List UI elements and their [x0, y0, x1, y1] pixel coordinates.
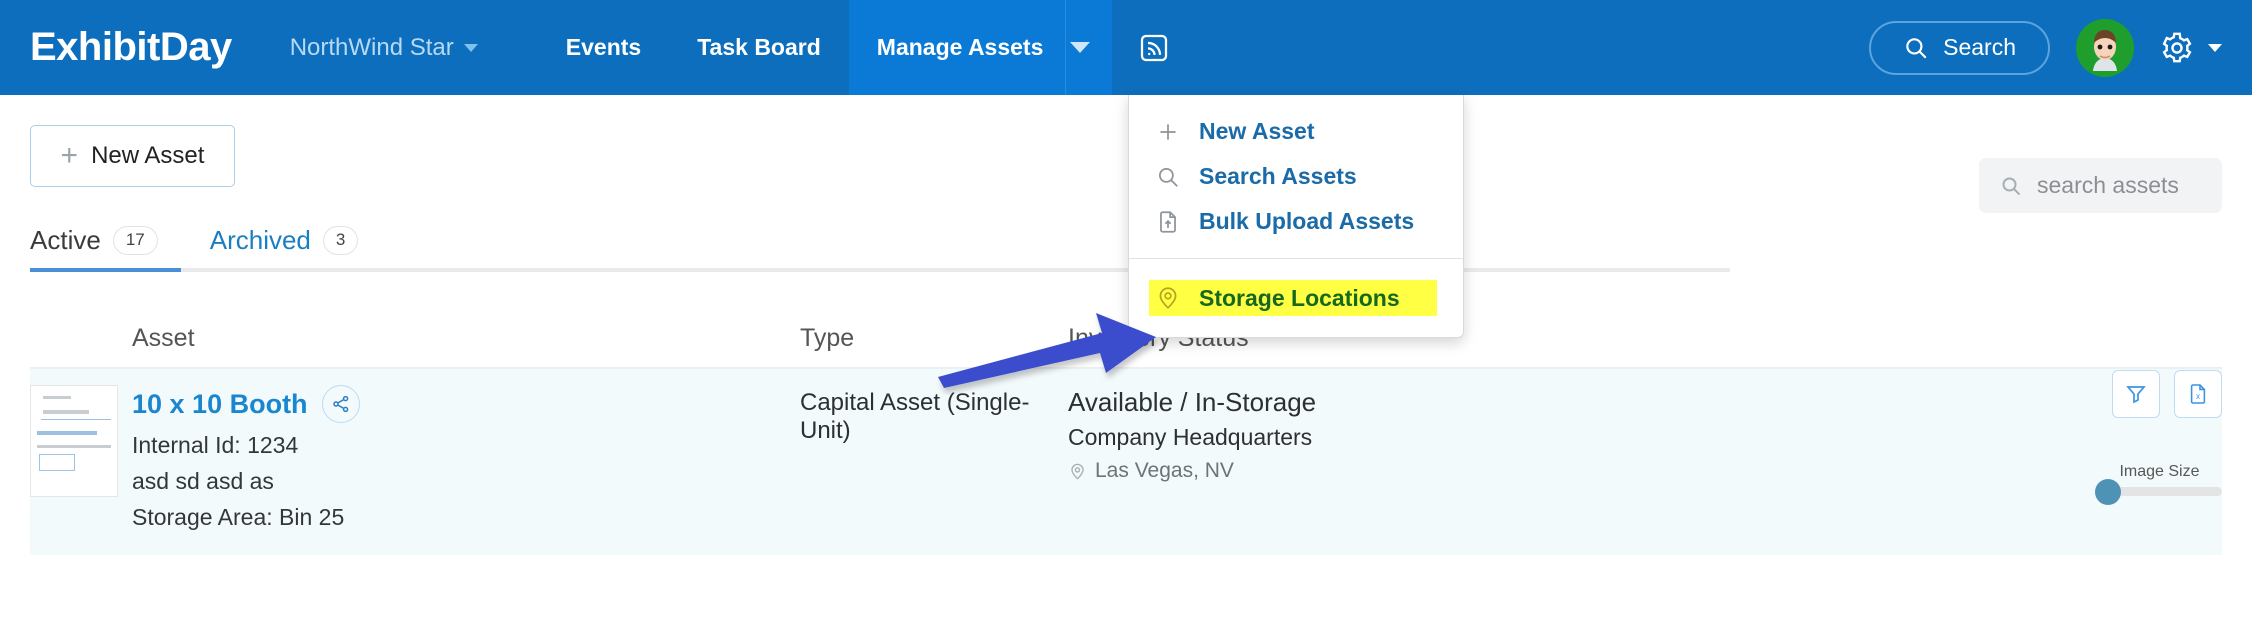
menu-divider — [1129, 258, 1463, 259]
new-asset-button[interactable]: + New Asset — [30, 125, 235, 187]
inventory-status-value: Available / In-Storage — [1068, 387, 1317, 417]
menu-item-label: Search Assets — [1199, 163, 1357, 189]
image-size-slider[interactable] — [2095, 478, 2222, 505]
tab-active[interactable]: Active 17 — [30, 225, 158, 272]
plus-icon: + — [60, 139, 79, 172]
share-icon — [332, 395, 348, 413]
new-asset-label: New Asset — [91, 142, 205, 169]
table-row[interactable]: 10 x 10 Booth Internal Id: 1234 asd sd a… — [30, 368, 2222, 555]
asset-description: asd sd asd as — [132, 468, 274, 494]
image-size-control: Image Size — [2095, 463, 2222, 505]
column-header-type: Type — [800, 324, 855, 352]
tab-underline — [30, 268, 1730, 272]
export-button[interactable]: x — [2174, 370, 2222, 418]
manage-assets-dropdown-menu: New Asset Search Assets Bulk Upload Asse… — [1128, 95, 1464, 338]
menu-item-label: Storage Locations — [1199, 284, 1400, 311]
column-header-asset: Asset — [132, 324, 195, 352]
search-icon — [1906, 37, 1927, 59]
asset-thumbnail[interactable] — [30, 385, 118, 497]
search-assets-input[interactable]: search assets — [1979, 158, 2222, 213]
asset-type: Capital Asset (Single-Unit) — [800, 389, 1030, 444]
image-size-label: Image Size — [2119, 463, 2200, 480]
menu-item-bulk-upload-assets[interactable]: Bulk Upload Assets — [1129, 199, 1463, 244]
asset-title-link[interactable]: 10 x 10 Booth — [132, 389, 308, 420]
inventory-location: Company Headquarters — [1068, 424, 1313, 450]
gear-icon — [2162, 32, 2192, 62]
slider-handle[interactable] — [2095, 478, 2121, 505]
asset-tabs: Active 17 Archived 3 — [30, 225, 2222, 272]
search-icon — [2002, 177, 2021, 195]
nav-item-manage-assets[interactable]: Manage Assets — [848, 0, 1066, 95]
tab-label: Active — [30, 225, 101, 255]
user-avatar-icon — [2076, 18, 2134, 77]
menu-item-storage-locations[interactable]: Storage Locations — [1129, 271, 1463, 325]
inventory-city: Las Vegas, NV — [1095, 459, 1234, 482]
tab-count-badge: 17 — [112, 226, 158, 255]
table-header-row: Asset Type Inventory Status — [30, 324, 2222, 368]
menu-item-label: New Asset — [1199, 118, 1315, 144]
asset-internal-id: Internal Id: 1234 — [132, 432, 299, 458]
menu-item-label: Bulk Upload Assets — [1199, 208, 1415, 234]
header-right-controls: Search — [1869, 18, 2252, 77]
map-pin-icon — [1159, 287, 1177, 309]
file-upload-icon — [1160, 210, 1176, 233]
menu-item-search-assets[interactable]: Search Assets — [1129, 154, 1463, 199]
avatar[interactable] — [2076, 18, 2134, 77]
settings-menu[interactable] — [2160, 31, 2222, 65]
tab-count-badge: 3 — [322, 226, 359, 255]
inventory-city-row: Las Vegas, NV — [1068, 459, 2222, 483]
filter-funnel-icon — [2126, 386, 2146, 404]
filter-button[interactable] — [2112, 370, 2160, 418]
plus-icon — [1160, 123, 1176, 140]
manage-assets-dropdown-toggle[interactable] — [1065, 0, 1113, 95]
global-search-label: Search — [1943, 34, 2016, 60]
export-excel-icon: x — [2190, 384, 2206, 404]
asset-storage-area: Storage Area: Bin 25 — [132, 504, 345, 530]
tab-label: Archived — [209, 225, 311, 255]
chevron-down-icon — [2208, 43, 2222, 52]
organization-selector[interactable]: NorthWind Star — [290, 34, 478, 62]
rss-feed-icon — [1141, 34, 1168, 61]
menu-item-new-asset[interactable]: New Asset — [1129, 109, 1463, 154]
share-button[interactable] — [321, 385, 360, 423]
page-content: + New Asset search assets Active 17 Arch… — [0, 125, 2252, 555]
app-logo[interactable]: ExhibitDay — [30, 25, 232, 70]
map-pin-icon — [1071, 463, 1084, 480]
global-search-button[interactable]: Search — [1869, 20, 2050, 75]
asset-cell: 10 x 10 Booth Internal Id: 1234 asd sd a… — [30, 385, 800, 531]
search-icon — [1159, 167, 1178, 187]
table-tool-buttons: x — [2112, 370, 2222, 418]
search-assets-placeholder: search assets — [2037, 172, 2179, 198]
nav-item-task-board[interactable]: Task Board — [669, 0, 849, 95]
nav-item-events[interactable]: Events — [538, 0, 669, 95]
svg-text:x: x — [2196, 392, 2200, 401]
chevron-down-icon — [463, 43, 478, 52]
rss-feed-button[interactable] — [1112, 0, 1190, 95]
top-navigation-bar: ExhibitDay NorthWind Star Events Task Bo… — [0, 0, 2252, 388]
chevron-down-icon — [1070, 42, 1091, 53]
inventory-status-cell: Available / In-Storage Company Headquart… — [1068, 385, 2222, 531]
assets-table: Asset Type Inventory Status 10 x 10 Boot… — [30, 324, 2222, 555]
organization-name: NorthWind Star — [289, 33, 454, 61]
tab-archived[interactable]: Archived 3 — [210, 225, 359, 272]
